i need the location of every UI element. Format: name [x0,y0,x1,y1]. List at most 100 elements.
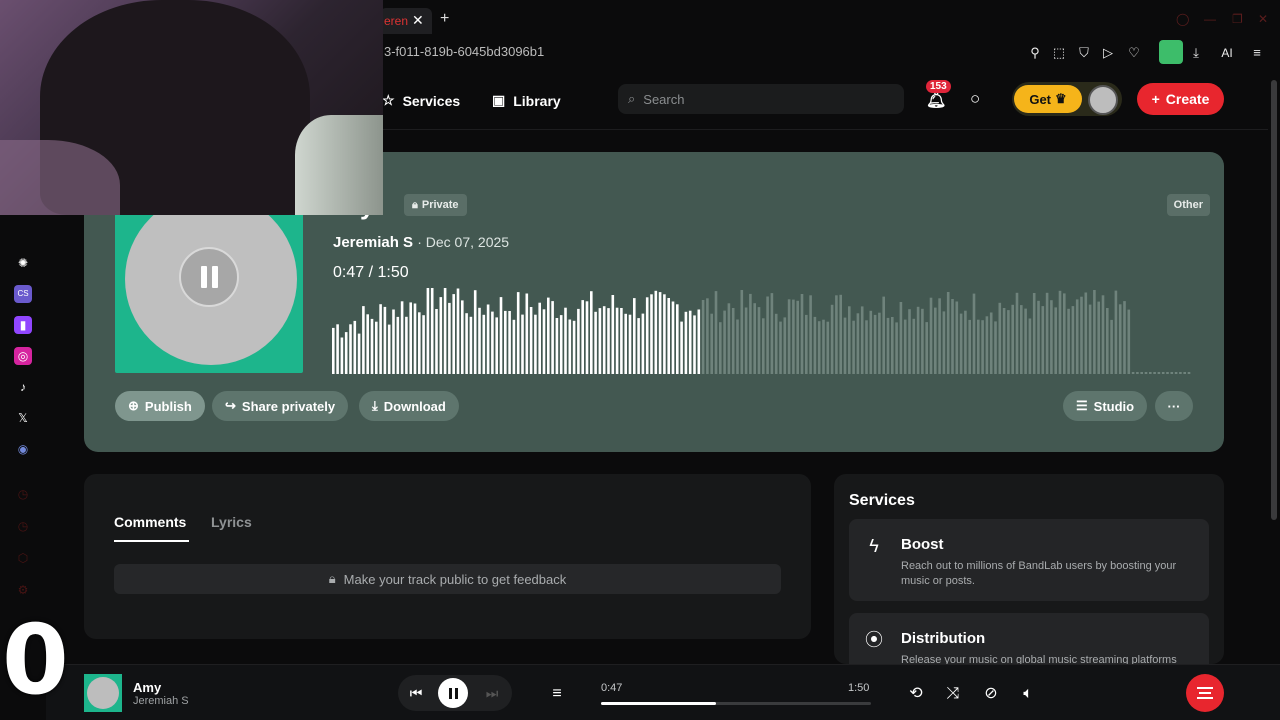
waveform-bar [409,302,412,374]
waveform-bar [405,316,408,374]
sidebar-item-icon[interactable]: ◷ [14,485,32,503]
share-privately-button[interactable]: ↪ Share privately [212,391,349,421]
notification-badge: 153 [926,80,951,93]
play-icon[interactable]: ▷ [1099,44,1117,62]
waveform-bar [908,309,911,374]
twitch-icon[interactable]: ▮ [14,316,32,334]
player-artist[interactable]: Jeremiah S [133,695,189,707]
waveform-bar [667,298,670,374]
create-button[interactable]: + Create [1137,83,1224,115]
shuffle-icon[interactable]: ⤨ [942,683,964,705]
waveform-bar [1149,372,1152,374]
waveform-bar [942,311,946,374]
tab-comments[interactable]: Comments [114,514,186,530]
waveform-bar [581,300,584,374]
waveform-bar [396,316,400,374]
waveform-bar [1058,290,1062,374]
service-distribution[interactable]: ⦿ Distribution Release your music on glo… [849,613,1209,664]
search-window-icon[interactable]: ◯ [1176,12,1189,26]
sliders-icon: ☰ [1076,398,1088,413]
waveform-bar [1054,307,1057,374]
track-cover[interactable] [115,213,303,373]
tiktok-icon[interactable]: ♪ [14,378,32,396]
get-membership-button[interactable]: Get ♛ [1014,85,1082,113]
menu-icon[interactable]: ≡ [1248,44,1266,62]
notifications-bell-icon[interactable]: 🔔︎ [926,90,946,110]
waveform-bar [1166,372,1169,374]
queue-icon[interactable]: ≡ [546,683,568,705]
repeat-icon[interactable]: ⟲ [905,683,927,705]
page-scrollbar[interactable] [1268,68,1280,664]
waveform-bar [1093,290,1096,374]
ai-button[interactable]: AI [1212,44,1242,62]
settings-icon[interactable]: ⚙ [14,581,32,599]
user-avatar[interactable] [1088,85,1118,115]
artist-name[interactable]: Jeremiah S [333,234,413,251]
player-menu-button[interactable] [1186,674,1224,712]
previous-icon[interactable]: ⏮ [406,683,426,703]
next-icon[interactable]: ⏭ [482,683,502,703]
search-magnifier-icon[interactable]: ○ [970,89,980,109]
waveform-bar [465,313,468,374]
webcam-overlay [0,0,383,215]
waveform-bar [959,313,963,374]
more-options-button[interactable]: ··· [1155,391,1193,421]
waveform-bar [473,290,477,374]
player-progress-fill [601,702,717,705]
waveform-bar [508,311,511,374]
close-window-icon[interactable]: ✕ [1258,12,1268,26]
player-pause-button[interactable] [438,678,468,708]
cube-icon[interactable]: ⬡ [14,549,32,567]
nav-services[interactable]: ☆ Services [382,92,460,109]
heart-icon[interactable]: ♡ [1125,44,1143,62]
waveform-bar [559,315,563,374]
shield-icon[interactable]: ⛉ [1075,44,1093,62]
waveform-bar [357,333,361,374]
waveform-bar [379,304,382,374]
download-icon[interactable]: ⤓ [1187,44,1205,62]
player-progress-bar[interactable] [601,702,871,705]
waveform[interactable] [332,288,1192,374]
cs-app-icon[interactable]: CS [14,285,32,303]
volume-icon[interactable]: 🔈︎ [1017,683,1039,705]
chatgpt-icon[interactable]: ✺ [14,254,32,272]
nav-library[interactable]: ▣ Library [492,92,561,109]
waveform-bar [422,315,425,374]
waveform-bar [1028,318,1032,374]
player-thumbnail[interactable] [84,674,122,712]
studio-button[interactable]: ☰ Studio [1063,391,1148,421]
x-icon[interactable]: 𝕏 [14,409,32,427]
waveform-bar [753,303,756,374]
browser-tab[interactable]: eren [380,8,432,34]
waveform-bar [792,299,795,374]
broadcast-icon[interactable]: ⊘ [980,683,1002,705]
extension-icon[interactable] [1159,40,1183,64]
url-text[interactable]: 3-f011-819b-6045bd3096b1 [384,44,544,59]
cover-pause-button[interactable] [179,247,239,307]
waveform-bar [796,300,799,374]
waveform-bar [628,314,632,374]
player-track-title[interactable]: Amy [133,680,161,695]
discord-icon[interactable]: ◉ [14,440,32,458]
minimize-icon[interactable]: — [1204,12,1216,26]
maximize-icon[interactable]: ❐ [1232,12,1243,26]
waveform-bar [1002,308,1006,374]
history-icon[interactable]: ◷ [14,517,32,535]
screenshot-icon[interactable]: ⬚ [1050,44,1068,62]
publish-button[interactable]: ⊕ Publish [115,391,205,421]
waveform-bar [1015,292,1019,374]
waveform-bar [633,298,636,374]
waveform-bar [551,301,554,374]
download-label: Download [383,398,446,414]
close-tab-icon[interactable]: ✕ [412,12,424,29]
instagram-icon[interactable]: ◎ [14,347,32,365]
new-tab-icon[interactable]: + [440,10,449,28]
scroll-thumb[interactable] [1271,80,1277,520]
bolt-icon: ϟ [869,536,879,556]
search-input[interactable]: ⌕ Search [618,84,904,114]
release-date: · Dec 07, 2025 [417,234,510,250]
service-boost[interactable]: ϟ Boost Reach out to millions of BandLab… [849,519,1209,601]
tab-lyrics[interactable]: Lyrics [211,514,252,530]
download-button[interactable]: ⤓ Download [359,391,459,421]
pin-icon[interactable]: ⚲ [1026,44,1044,62]
